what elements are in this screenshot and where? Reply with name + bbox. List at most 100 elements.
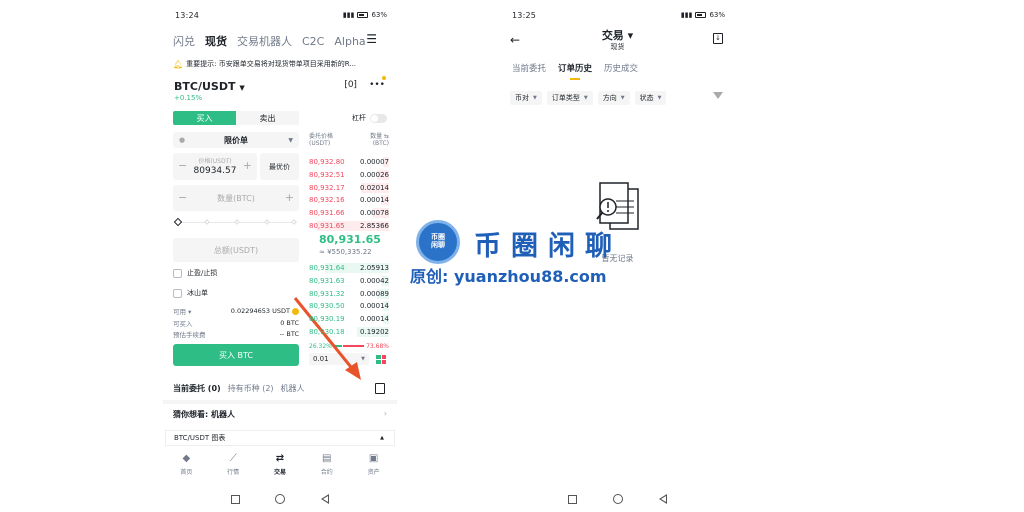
trade-icon: ⇄ (275, 453, 285, 464)
filter-order-type[interactable]: 订单类型 ▼ (546, 91, 593, 105)
chart-row[interactable]: BTC/USDT 图表 ▲ (165, 430, 395, 446)
ob-qty-header[interactable]: 数量 ⇆ (370, 131, 389, 140)
ask-row[interactable]: 80,932.80 0.00007 (309, 156, 389, 168)
home-button-icon[interactable] (275, 494, 286, 504)
slider-tick[interactable] (234, 219, 240, 225)
nav-home[interactable]: ◆ 首页 (166, 453, 206, 481)
pair-change-percent: +0.15% (174, 94, 203, 102)
order-history-icon[interactable] (375, 383, 385, 394)
tab-bots[interactable]: 机器人 (281, 383, 305, 397)
nav-trade[interactable]: ⇄ 交易 (260, 453, 300, 481)
status-bar: 13:25 ▮▮▮ 63% (512, 8, 725, 22)
recents-icon[interactable] (230, 494, 240, 504)
trading-pair-selector[interactable]: BTC/USDT ▼ (174, 80, 245, 93)
plus-icon[interactable]: + (243, 159, 252, 172)
slider-tick[interactable] (204, 219, 210, 225)
announcement-text: 重要提示: 币安跟单交易将对现货带单项目采用新的R... (186, 60, 357, 68)
more-icon[interactable]: ••• (369, 80, 385, 90)
order-type-select[interactable]: ● 限价单 ▼ (173, 132, 299, 148)
watermark-subtitle: 原创: yuanzhou88.com (410, 267, 607, 286)
bid-price: 80,930.19 (309, 315, 345, 324)
signal-icon: ▮▮▮ (342, 11, 355, 19)
buy-tab[interactable]: 买入 (173, 111, 236, 125)
markets-icon: ⟋ (229, 453, 237, 464)
slider-tick[interactable] (291, 219, 297, 225)
pair-name: BTC/USDT (174, 80, 236, 93)
ask-row[interactable]: 80,931.65 2.85366 (309, 220, 389, 232)
recents-icon[interactable] (568, 494, 577, 504)
announcement-bar[interactable]: 🔔︎ 重要提示: 币安跟单交易将对现货带单项目采用新的R... (173, 57, 387, 71)
order-book-layout-icon[interactable] (376, 355, 386, 364)
nav-futures[interactable]: ▤ 合约 (307, 453, 347, 481)
orders-tabs: 当前委托 (0) 持有币种 (2) 机器人 (173, 383, 387, 402)
iceberg-label: 冰山单 (187, 289, 208, 297)
bid-price: 80,931.63 (309, 276, 345, 285)
available-value: 0.02294653 USDT (230, 307, 290, 315)
filter-side[interactable]: 方向 ▼ (597, 91, 630, 105)
filter-pair[interactable]: 币对 ▼ (510, 91, 542, 105)
price-input[interactable]: − 价格(USDT) 80934.57 + (173, 153, 257, 180)
buy-btc-button[interactable]: 买入 BTC (173, 344, 299, 366)
page-subtitle: 现货 (610, 43, 625, 51)
available-row: 可用 ▾ 0.02294653 USDT (173, 306, 299, 316)
top-tabs: 闪兑 现货 交易机器人 C2C Alpha ☰ (173, 32, 387, 50)
back-icon[interactable] (321, 494, 330, 504)
best-price-button[interactable]: 最优价 (260, 153, 299, 180)
bid-row[interactable]: 80,931.63 0.00042 (309, 275, 389, 287)
caret-down-icon: ▼ (288, 136, 293, 144)
ask-row[interactable]: 80,932.16 0.00014 (309, 194, 389, 206)
bid-row[interactable]: 80,931.64 2.05913 (309, 262, 389, 274)
filter-icon[interactable] (713, 92, 723, 99)
bell-icon: 🔔︎ (173, 59, 184, 69)
ask-row[interactable]: 80,931.66 0.00078 (309, 207, 389, 219)
home-button-icon[interactable] (613, 494, 623, 504)
bid-quantity: 0.00089 (360, 289, 389, 298)
last-price[interactable]: 80,931.65 (319, 233, 381, 246)
suggestion-row[interactable]: 猜你想看: 机器人 › (173, 409, 387, 420)
home-icon: ◆ (182, 453, 191, 464)
tab-open-orders[interactable]: 当前委托 (0) (173, 383, 221, 402)
nav-markets[interactable]: ⟋ 行情 (213, 453, 253, 481)
tpsl-checkbox[interactable]: 止盈/止损 (173, 268, 217, 278)
tab-spot[interactable]: 现货 (205, 33, 227, 49)
system-nav (163, 493, 397, 505)
page-title[interactable]: 交易 ▾ (500, 27, 735, 43)
nav-assets[interactable]: ▣ 资产 (354, 453, 394, 481)
filter-status[interactable]: 状态 ▼ (634, 91, 667, 105)
ask-row[interactable]: 80,932.51 0.00026 (309, 169, 389, 181)
chart-settings-icon[interactable]: ⁅0⁆ (344, 80, 357, 90)
tab-trading-bot[interactable]: 交易机器人 (237, 33, 292, 49)
tab-order-history[interactable]: 订单历史 (558, 62, 592, 80)
iceberg-checkbox[interactable]: 冰山单 (173, 288, 208, 298)
futures-icon: ▤ (322, 453, 332, 464)
tab-trade-history[interactable]: 历史成交 (604, 62, 638, 74)
tab-alpha[interactable]: Alpha (334, 35, 365, 48)
tab-convert[interactable]: 闪兑 (173, 33, 195, 49)
tab-open-orders[interactable]: 当前委托 (512, 62, 546, 74)
sell-tab[interactable]: 卖出 (236, 111, 299, 125)
wallet-icon: ▣ (368, 453, 379, 464)
amount-slider[interactable] (173, 217, 297, 227)
plus-icon[interactable]: + (285, 191, 294, 204)
total-input[interactable]: 总额(USDT) (173, 238, 299, 262)
tab-holdings[interactable]: 持有币种 (2) (228, 383, 274, 397)
ask-quantity: 0.02014 (360, 183, 389, 192)
available-label[interactable]: 可用 ▾ (173, 306, 191, 316)
back-icon[interactable] (659, 494, 667, 504)
slider-tick[interactable] (264, 219, 270, 225)
caret-down-icon: ▼ (583, 95, 588, 101)
slider-handle[interactable] (173, 217, 183, 227)
caret-down-icon: ▼ (533, 95, 537, 101)
menu-icon[interactable]: ☰ (366, 32, 377, 46)
amount-input[interactable]: − 数量(BTC) + (173, 185, 299, 211)
export-icon[interactable]: ↓ (713, 33, 723, 44)
leverage-switch[interactable] (370, 113, 387, 123)
filter-bar: 币对 ▼ 订单类型 ▼ 方向 ▼ 状态 ▼ (510, 91, 725, 105)
tab-c2c[interactable]: C2C (302, 35, 324, 48)
system-nav (500, 493, 735, 505)
tpsl-label: 止盈/止损 (187, 269, 218, 277)
ask-quantity: 0.00014 (360, 196, 389, 205)
caret-down-icon: ▼ (239, 84, 245, 92)
ask-row[interactable]: 80,932.17 0.02014 (309, 182, 389, 194)
leverage-toggle[interactable]: 杠杆 (352, 113, 387, 123)
